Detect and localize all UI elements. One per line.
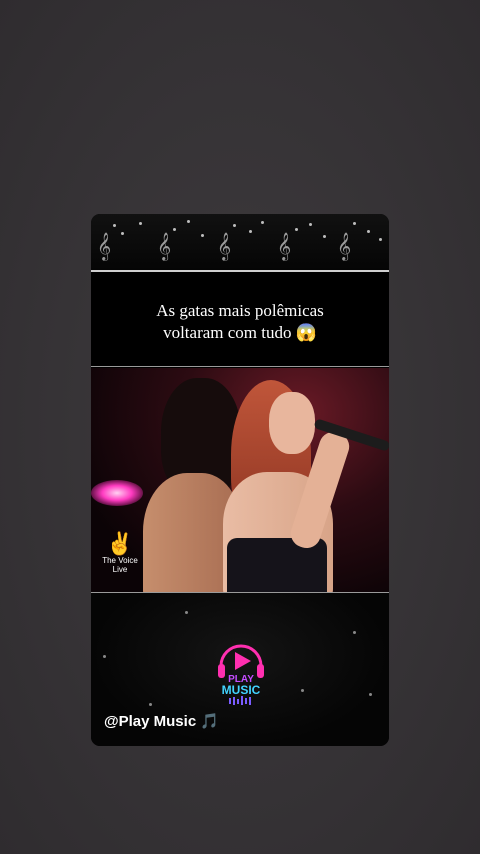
post-caption: As gatas mais polêmicas voltaram com tud… xyxy=(91,300,389,344)
story-card: 𝄞 𝄞 𝄞 𝄞 𝄞 As gatas mais polêmicas voltar… xyxy=(91,214,389,746)
singer-front-face xyxy=(269,392,315,454)
show-logo: ✌ The Voice Live xyxy=(93,532,147,588)
music-notes-banner: 𝄞 𝄞 𝄞 𝄞 𝄞 xyxy=(91,214,389,270)
play-music-logo-icon: PLAY MUSIC xyxy=(218,644,264,705)
video-border-top xyxy=(91,366,389,367)
treble-clef-icon: 𝄞 xyxy=(337,232,352,260)
banner-divider xyxy=(91,270,389,272)
treble-clef-icon: 𝄞 xyxy=(157,232,172,260)
treble-clef-icon: 𝄞 xyxy=(97,232,112,260)
logo-line-2: MUSIC xyxy=(222,683,261,697)
voice-v-icon: ✌ xyxy=(106,531,134,556)
stage-light xyxy=(91,480,143,506)
show-logo-line-2: Live xyxy=(112,565,128,574)
show-logo-line-1: The Voice xyxy=(102,556,138,565)
caption-line-2: voltaram com tudo 😱 xyxy=(163,323,317,342)
treble-clef-icon: 𝄞 xyxy=(217,232,232,260)
watermark-text: @Play Music 🎵 xyxy=(104,713,220,730)
caption-line-1: As gatas mais polêmicas xyxy=(156,301,324,320)
treble-clef-icon: 𝄞 xyxy=(277,232,292,260)
video-frame[interactable]: ✌ The Voice Live xyxy=(91,368,389,592)
